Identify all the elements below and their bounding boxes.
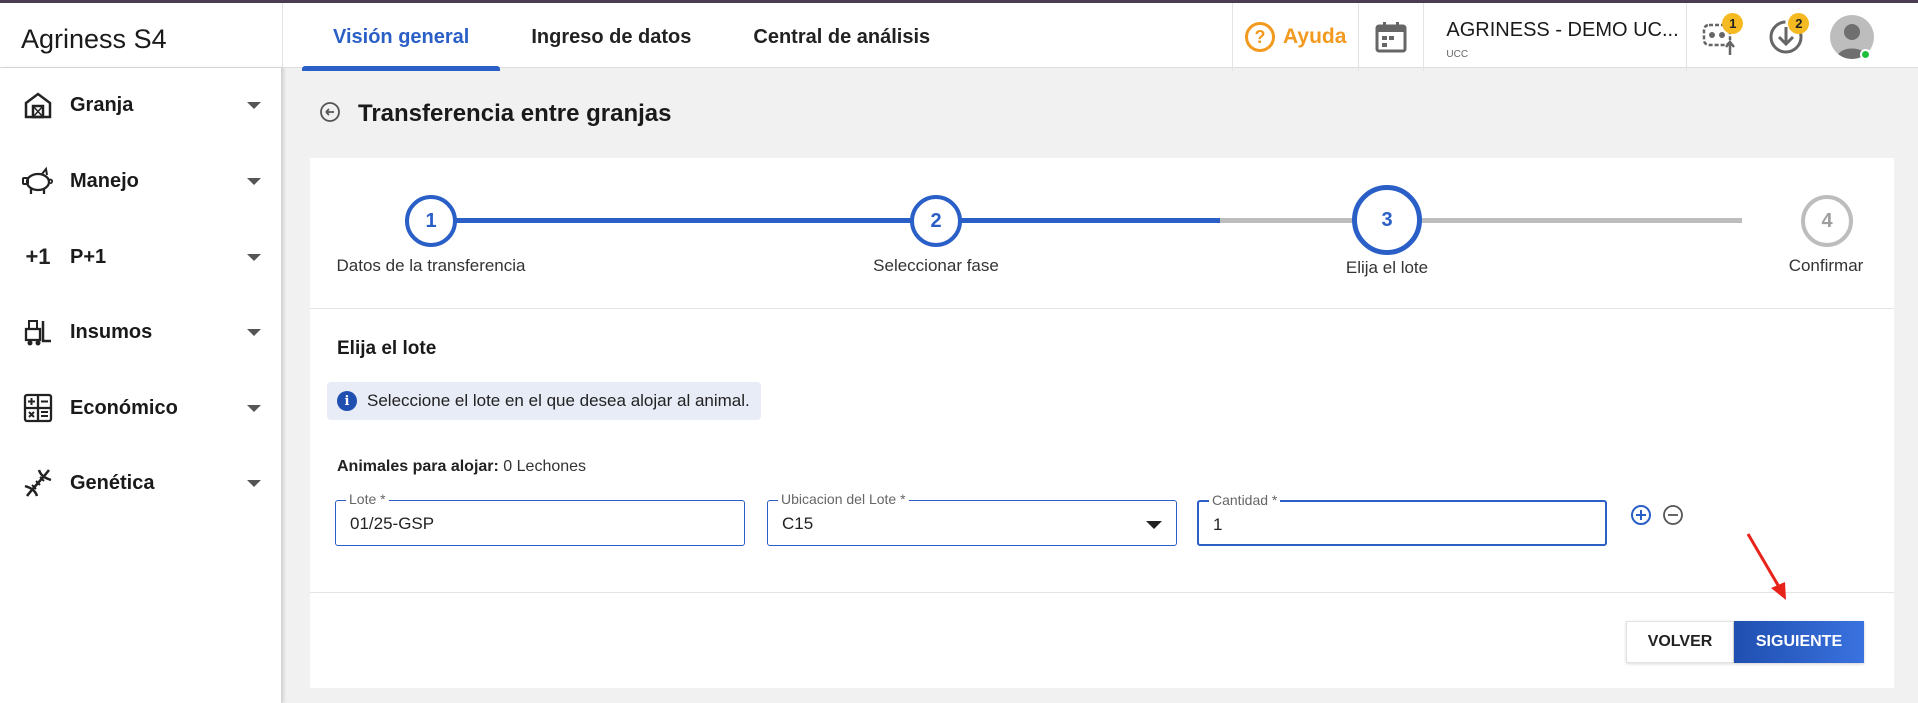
chevron-down-icon: [247, 329, 261, 336]
sidebar-item-p1[interactable]: +1 P+1: [0, 227, 282, 287]
farm-name: AGRINESS - DEMO UC...: [1446, 19, 1679, 41]
section-title: Elija el lote: [337, 338, 437, 359]
sidebar-item-insumos[interactable]: Insumos: [0, 302, 282, 362]
step-4-label: Confirmar: [1788, 256, 1864, 275]
stepper: 1 2 3 4 Datos de la transferencia Selecc…: [310, 158, 1894, 309]
main-tabs: Visión general Ingreso de datos Central …: [302, 3, 961, 71]
chevron-down-icon: [247, 178, 261, 185]
cantidad-input[interactable]: Cantidad * 1: [1197, 492, 1607, 546]
sidebar-item-label: Granja: [70, 93, 134, 116]
help-label: Ayuda: [1283, 25, 1347, 48]
step-1-circle[interactable]: 1: [405, 195, 457, 247]
brand-divider: [282, 3, 283, 71]
calendar-button[interactable]: [1359, 3, 1423, 71]
volver-button[interactable]: VOLVER: [1626, 621, 1734, 663]
sidebar-item-label: Genética: [70, 471, 155, 494]
sidebar: Granja Manejo +1 P+1 Insumos Económico G…: [0, 68, 282, 703]
step-3-label: Elija el lote: [1345, 258, 1429, 277]
barn-icon: [22, 89, 54, 121]
brand-main: Agriness: [21, 24, 127, 54]
chevron-down-icon: [247, 405, 261, 412]
lote-field[interactable]: Lote * 01/25-GSP: [335, 491, 745, 546]
siguiente-button[interactable]: SIGUIENTE: [1734, 621, 1864, 663]
info-icon: i: [337, 391, 357, 411]
chevron-down-icon: [247, 254, 261, 261]
dna-icon: [22, 467, 54, 499]
animals-to-house: Animales para alojar: 0 Lechones: [337, 458, 586, 476]
transfer-card: 1 2 3 4 Datos de la transferencia Selecc…: [310, 158, 1894, 688]
annotation-arrow-icon: [1746, 533, 1786, 600]
brand-suffix: S4: [133, 24, 167, 54]
page-title: Transferencia entre granjas: [358, 100, 672, 127]
sidebar-item-label: Manejo: [70, 169, 139, 192]
help-button[interactable]: ? Ayuda: [1233, 3, 1358, 71]
sidebar-item-label: Insumos: [70, 320, 153, 343]
page-header: [318, 100, 342, 124]
lote-value: 01/25-GSP: [350, 514, 435, 533]
farm-subtitle: UCC: [1446, 49, 1469, 60]
help-icon: ?: [1245, 22, 1275, 52]
forklift-icon: [22, 316, 54, 348]
back-arrow-icon[interactable]: [318, 100, 342, 124]
header-actions: ? Ayuda AGRINESS - DEMO UC... UCC 1 2: [1232, 3, 1885, 71]
step-2-label: Seleccionar fase: [873, 256, 999, 275]
ubicacion-value: C15: [782, 514, 814, 533]
farm-selector[interactable]: AGRINESS - DEMO UC... UCC: [1424, 3, 1686, 71]
brand-logo[interactable]: Agriness S4: [21, 24, 167, 55]
tab-central-de-analisis[interactable]: Central de análisis: [722, 3, 961, 71]
footer-divider: [310, 592, 1894, 593]
download-badge: 2: [1788, 13, 1810, 34]
sidebar-item-genetica[interactable]: Genética: [0, 453, 282, 513]
ubicacion-label: Ubicacion del Lote *: [778, 491, 909, 507]
pig-icon: [22, 165, 54, 197]
sidebar-item-label: Económico: [70, 396, 178, 419]
add-row-icon[interactable]: [1630, 504, 1652, 526]
chevron-down-icon: [247, 480, 261, 487]
tab-ingreso-de-datos[interactable]: Ingreso de datos: [500, 3, 722, 71]
chevron-down-icon: [247, 102, 261, 109]
animals-label: Animales para alojar:: [337, 458, 499, 475]
lote-label: Lote *: [346, 491, 389, 507]
online-status-dot: [1860, 49, 1872, 60]
animals-value: 0 Lechones: [503, 458, 587, 475]
tab-vision-general[interactable]: Visión general: [302, 3, 501, 71]
plus-one-icon: +1: [25, 244, 51, 269]
cantidad-value: 1: [1213, 515, 1223, 534]
top-bar: Agriness S4 Visión general Ingreso de da…: [0, 0, 1918, 71]
download-button[interactable]: 2: [1753, 3, 1819, 71]
sidebar-item-label: P+1: [70, 245, 107, 268]
step-4-circle: 4: [1801, 195, 1853, 247]
calculator-icon: [22, 392, 54, 424]
ubicacion-select[interactable]: Ubicacion del Lote * C15: [767, 491, 1177, 546]
step-line-completed: [430, 218, 1220, 223]
info-message: i Seleccione el lote en el que desea alo…: [327, 382, 761, 420]
step-2-circle[interactable]: 2: [910, 195, 962, 247]
step-1-label: Datos de la transferencia: [336, 256, 526, 275]
calendar-icon: [1375, 22, 1407, 53]
user-menu[interactable]: [1819, 3, 1885, 71]
step-3-circle[interactable]: 3: [1352, 185, 1422, 255]
robot-upload-button[interactable]: 1: [1687, 3, 1753, 71]
chevron-down-icon: [1146, 521, 1162, 529]
cantidad-label: Cantidad *: [1209, 492, 1281, 508]
sidebar-item-economico[interactable]: Económico: [0, 378, 282, 438]
remove-row-icon[interactable]: [1662, 504, 1684, 526]
sidebar-item-granja[interactable]: Granja: [0, 75, 282, 135]
step-line-pending: [1220, 218, 1742, 223]
info-text: Seleccione el lote en el que desea aloja…: [367, 391, 750, 410]
sidebar-item-manejo[interactable]: Manejo: [0, 151, 282, 211]
